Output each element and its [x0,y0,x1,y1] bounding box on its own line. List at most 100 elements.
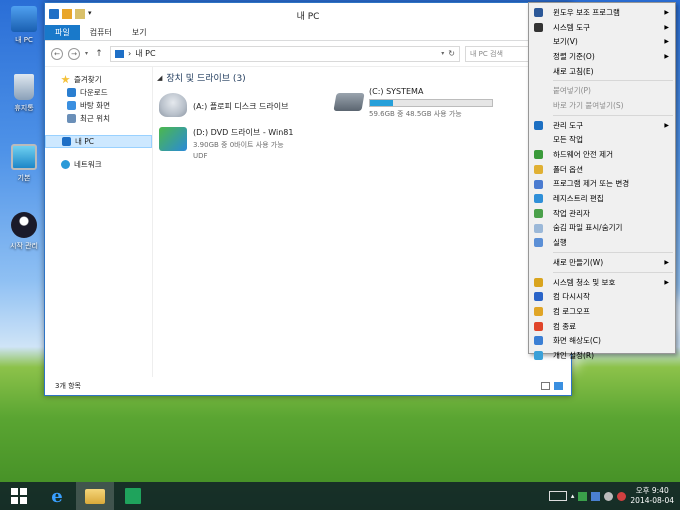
show-hidden-icons-icon[interactable]: ▴ [571,492,575,500]
taskbar: e ▴ 오후 9:40 2014-08-04 [0,482,680,510]
forward-button[interactable]: → [68,47,80,60]
shutdown-icon [534,321,543,331]
menu-item-label: 프로그램 제거 또는 변경 [553,179,630,189]
drive-detail: 59.6GB 중 48.5GB 사용 가능 [369,110,462,118]
task-manager-icon [534,208,543,218]
hard-drive-icon [333,93,365,111]
menu-item[interactable]: 화면 해상도(C) [529,333,675,348]
menu-item[interactable]: 바로 가기 붙여넣기(S) [529,98,675,113]
back-button[interactable]: ← [51,47,63,60]
tab-file[interactable]: 파일 [45,25,80,40]
address-dropdown-icon[interactable]: ▾ [441,50,444,57]
windows-logo-icon [11,488,27,504]
submenu-arrow-icon: ▶ [664,258,669,266]
menu-item[interactable]: 컴 로그오프 [529,304,675,319]
computer-icon [11,6,37,32]
network-tray-icon[interactable] [591,491,601,501]
menu-separator [553,114,673,116]
menu-item[interactable]: 레지스트리 편집 [529,191,675,206]
flag-icon[interactable] [578,491,588,501]
menu-item[interactable]: 폴더 옵션 [529,162,675,177]
menu-item[interactable]: 작업 관리자 [529,206,675,221]
menu-item-label: 컴 종료 [553,321,577,331]
menu-item[interactable]: 새로 만들기(W) ▶ [529,255,675,270]
section-title: 장치 및 드라이브 (3) [166,74,246,84]
start-button[interactable] [0,482,38,510]
input-method-icon[interactable] [617,491,627,501]
nav-network[interactable]: 네트워크 [45,158,152,171]
menu-item[interactable]: 모든 작업 [529,133,675,148]
desktop-icon-this-pc[interactable]: 내 PC [2,6,46,45]
nav-recent[interactable]: 최근 위치 [45,112,152,125]
tab-computer[interactable]: 컴퓨터 [80,25,122,40]
refresh-icon[interactable]: ↻ [448,49,455,58]
registry-icon [534,194,543,204]
drive-a[interactable]: (A:) 플로피 디스크 드라이브 [159,93,289,117]
menu-item-label: 새로 만들기(W) [553,257,604,267]
taskbar-internet-explorer[interactable]: e [38,482,76,510]
submenu-arrow-icon: ▶ [664,23,669,31]
display-icon [534,336,543,346]
file-explorer-icon [85,488,105,504]
drive-usage-fill [370,100,394,106]
nav-favorites[interactable]: 즐겨찾기 [45,73,152,86]
menu-item[interactable]: 컴 다시시작 [529,289,675,304]
recent-chevron-icon[interactable]: ▾ [85,50,88,57]
explorer-window: ▾ 내 PC 파일 컴퓨터 보기 ← → ▾ ↑ › 내 PC ▾ ↻ 내 PC… [44,2,572,396]
tab-view[interactable]: 보기 [122,25,157,40]
collapse-arrow-icon: ◢ [157,73,163,82]
up-button[interactable]: ↑ [93,48,105,60]
nav-desktop[interactable]: 바탕 화면 [45,99,152,112]
shield-icon [534,277,543,287]
star-icon [61,75,70,84]
keyboard-icon[interactable] [548,491,567,501]
desktop-icon-start-manager[interactable]: 시작 관리 [2,212,46,251]
menu-item-label: 시스템 도구 [553,22,590,32]
menu-item[interactable]: 컴 종료 [529,319,675,334]
address-bar[interactable]: › 내 PC ▾ ↻ [110,45,460,62]
desktop-icon-recycle-bin[interactable]: 휴지통 [2,74,46,113]
drive-d[interactable]: (D:) DVD 드라이브 - Win81 3.90GB 중 0바이트 사용 가… [159,127,293,160]
arrow-left-icon: ← [54,49,60,58]
menu-item[interactable]: 시스템 도구 ▶ [529,20,675,35]
menu-item-label: 작업 관리자 [553,208,590,218]
programs-icon [534,179,543,189]
drive-c[interactable]: (C:) SYSTEMA 59.6GB 중 48.5GB 사용 가능 [333,87,493,119]
menu-item[interactable]: 정렬 기준(O) ▶ [529,49,675,64]
taskbar-store[interactable] [114,482,152,510]
address-row: ← → ▾ ↑ › 내 PC ▾ ↻ 내 PC 검색 ⌕ [45,41,571,67]
clock[interactable]: 오후 9:40 2014-08-04 [630,486,674,506]
breadcrumb-this-pc[interactable]: 내 PC [135,48,155,59]
menu-item[interactable]: 프로그램 제거 또는 변경 [529,177,675,192]
large-icons-view-icon[interactable] [554,382,563,390]
volume-icon[interactable] [604,491,614,501]
menu-item[interactable]: 실행 [529,235,675,250]
details-view-icon[interactable] [541,382,550,390]
desktop-icon-basic[interactable]: 기본 [2,144,46,183]
desktop-icon-label: 내 PC [15,36,33,44]
menu-item-label: 실행 [553,238,567,248]
personalize-icon [534,351,543,361]
menu-item-label: 레지스트리 편집 [553,194,604,204]
menu-item[interactable]: 하드웨어 안전 제거 [529,147,675,162]
taskbar-file-explorer[interactable] [76,482,114,510]
menu-item[interactable]: 보기(V) ▶ [529,34,675,49]
menu-item[interactable]: 개인 설정(R) [529,348,675,363]
nav-this-pc[interactable]: 내 PC [45,135,152,148]
menu-item[interactable]: 숨김 파일 표시/숨기기 [529,221,675,236]
menu-item[interactable]: 윈도우 보조 프로그램 ▶ [529,5,675,20]
menu-item[interactable]: 붙여넣기(P) [529,83,675,98]
menu-item[interactable]: 관리 도구 ▶ [529,118,675,133]
menu-item-label: 개인 설정(R) [553,350,595,360]
nav-downloads[interactable]: 다운로드 [45,86,152,99]
ribbon-tabs: 파일 컴퓨터 보기 [45,25,571,41]
menu-item-label: 새로 고침(E) [553,66,594,76]
menu-item-label: 윈도우 보조 프로그램 [553,7,620,17]
menu-item[interactable]: 새로 고침(E) [529,64,675,79]
section-header[interactable]: ◢ 장치 및 드라이브 (3) [157,71,571,85]
drive-name: (D:) DVD 드라이브 - Win81 [193,128,294,137]
desktop-icon-label: 시작 관리 [10,242,38,250]
floppy-drive-icon [159,93,187,117]
nav-label: 내 PC [75,137,95,146]
menu-item[interactable]: 시스템 청소 및 보호 ▶ [529,275,675,290]
